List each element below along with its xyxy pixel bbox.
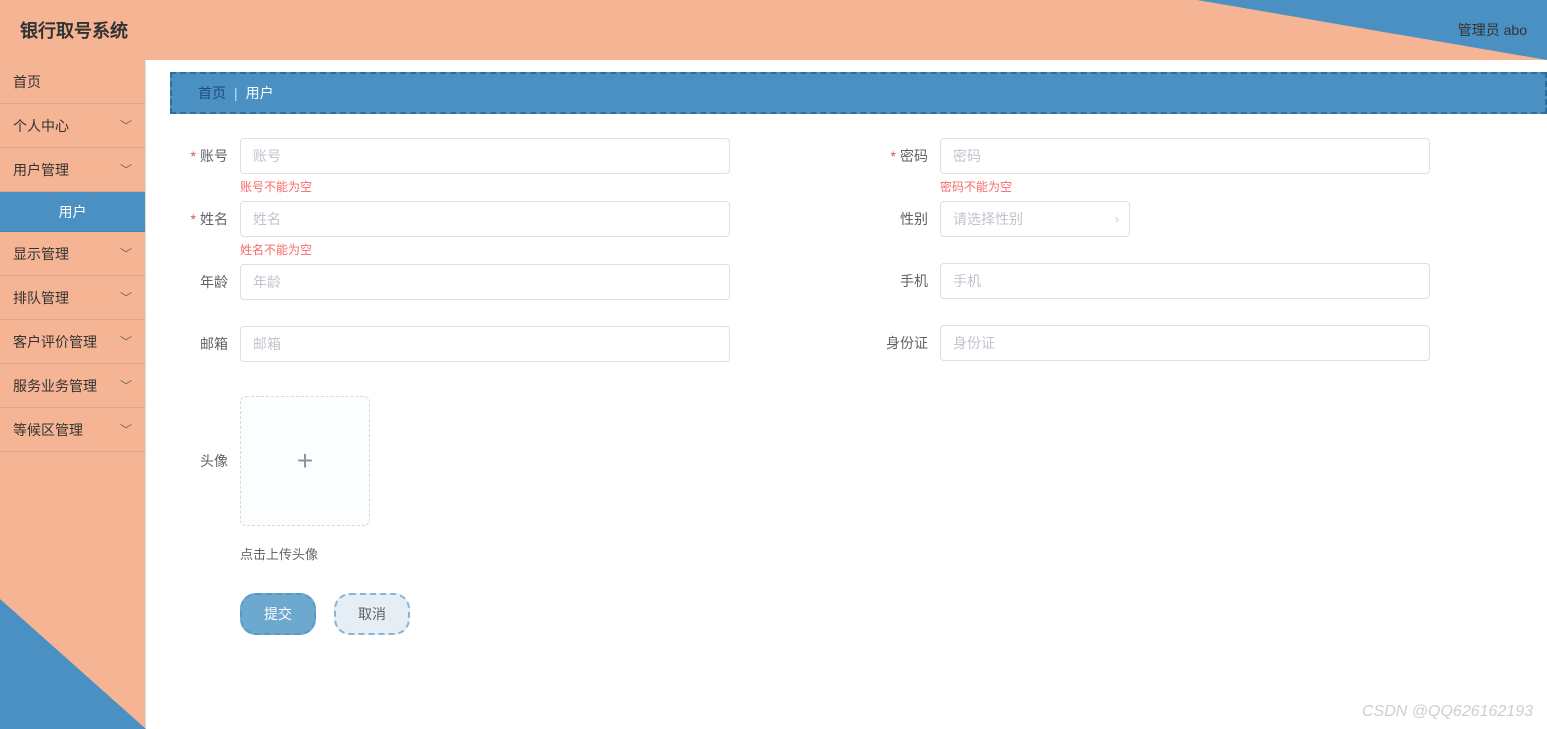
breadcrumb-separator: | <box>234 85 238 101</box>
button-row: 提交 取消 <box>240 593 730 635</box>
upload-hint: 点击上传头像 <box>240 544 730 563</box>
phone-label: 手机 <box>870 263 940 299</box>
sidebar-item-label: 排队管理 <box>13 288 69 308</box>
idcard-input[interactable] <box>940 325 1430 361</box>
sidebar-item-queue-mgmt[interactable]: 排队管理 ﹀ <box>0 276 145 320</box>
avatar-upload[interactable]: + <box>240 396 370 526</box>
phone-input[interactable] <box>940 263 1430 299</box>
form-left-column: *账号 账号不能为空 *姓名 姓名不能为空 年龄 <box>170 138 730 635</box>
email-input[interactable] <box>240 326 730 362</box>
chevron-right-icon: › <box>1115 212 1119 226</box>
account-error: 账号不能为空 <box>240 174 730 195</box>
sidebar-item-label: 客户评价管理 <box>13 332 97 352</box>
gender-select[interactable]: 请选择性别 › <box>940 201 1130 237</box>
gender-placeholder: 请选择性别 <box>953 209 1023 229</box>
chevron-down-icon: ﹀ <box>120 245 132 262</box>
sidebar-item-label: 服务业务管理 <box>13 376 97 396</box>
main-content: 首页 | 用户 *账号 账号不能为空 *姓名 姓名不能为空 <box>146 60 1547 729</box>
chevron-down-icon: ﹀ <box>120 289 132 306</box>
form: *账号 账号不能为空 *姓名 姓名不能为空 年龄 <box>170 138 1547 635</box>
chevron-down-icon: ﹀ <box>120 377 132 394</box>
avatar-label: 头像 <box>170 396 240 526</box>
sidebar-item-label: 等候区管理 <box>13 420 83 440</box>
sidebar-item-service-mgmt[interactable]: 服务业务管理 ﹀ <box>0 364 145 408</box>
chevron-down-icon: ﹀ <box>120 333 132 350</box>
age-input[interactable] <box>240 264 730 300</box>
name-input[interactable] <box>240 201 730 237</box>
sidebar-item-user-mgmt[interactable]: 用户管理 ﹀ <box>0 148 145 192</box>
chevron-down-icon: ﹀ <box>120 421 132 438</box>
account-input[interactable] <box>240 138 730 174</box>
password-error: 密码不能为空 <box>940 174 1430 195</box>
sidebar: 首页 个人中心 ﹀ 用户管理 ﹀ 用户 显示管理 ﹀ 排队管理 ﹀ 客户评价管理… <box>0 60 146 729</box>
form-right-column: *密码 密码不能为空 性别 请选择性别 › <box>870 138 1430 635</box>
breadcrumb-home[interactable]: 首页 <box>198 83 226 103</box>
password-label: *密码 <box>870 138 940 174</box>
sidebar-item-personal[interactable]: 个人中心 ﹀ <box>0 104 145 148</box>
gender-label: 性别 <box>870 201 940 237</box>
sidebar-item-home[interactable]: 首页 <box>0 60 145 104</box>
email-label: 邮箱 <box>170 326 240 362</box>
sidebar-item-label: 用户管理 <box>13 160 69 180</box>
submit-button[interactable]: 提交 <box>240 593 316 635</box>
account-label: *账号 <box>170 138 240 174</box>
sidebar-item-label: 首页 <box>13 72 41 92</box>
sidebar-item-review-mgmt[interactable]: 客户评价管理 ﹀ <box>0 320 145 364</box>
watermark: CSDN @QQ626162193 <box>1362 703 1533 721</box>
sidebar-decoration <box>0 599 146 729</box>
sidebar-item-label: 个人中心 <box>13 116 69 136</box>
chevron-down-icon: ﹀ <box>120 117 132 134</box>
age-label: 年龄 <box>170 264 240 300</box>
idcard-label: 身份证 <box>870 325 940 361</box>
sidebar-item-label: 显示管理 <box>13 244 69 264</box>
header-user-label[interactable]: 管理员 abo <box>1458 20 1527 40</box>
sidebar-item-user[interactable]: 用户 <box>0 192 145 232</box>
chevron-down-icon: ﹀ <box>120 161 132 178</box>
cancel-button[interactable]: 取消 <box>334 593 410 635</box>
header: 银行取号系统 管理员 abo <box>0 0 1547 60</box>
breadcrumb: 首页 | 用户 <box>170 72 1547 114</box>
sidebar-item-waiting-mgmt[interactable]: 等候区管理 ﹀ <box>0 408 145 452</box>
name-label: *姓名 <box>170 201 240 237</box>
name-error: 姓名不能为空 <box>240 237 730 258</box>
sidebar-item-display-mgmt[interactable]: 显示管理 ﹀ <box>0 232 145 276</box>
breadcrumb-current: 用户 <box>246 83 274 103</box>
password-input[interactable] <box>940 138 1430 174</box>
app-title: 银行取号系统 <box>20 17 128 43</box>
sidebar-item-label: 用户 <box>59 202 87 222</box>
plus-icon: + <box>297 445 313 477</box>
